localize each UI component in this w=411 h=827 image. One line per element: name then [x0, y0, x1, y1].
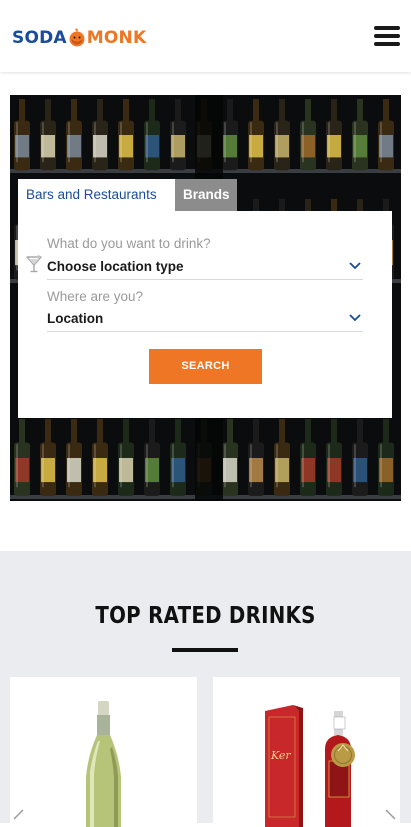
location-type-value: Choose location type [47, 259, 184, 274]
search-tabs: Bars and Restaurants Brands [18, 179, 237, 211]
carousel-prev-icon[interactable] [11, 809, 25, 823]
location-value: Location [47, 311, 104, 326]
section-title: TOP RATED DRINKS [95, 603, 316, 629]
carousel-next-icon[interactable] [384, 809, 398, 823]
search-panel: What do you want to drink? Choose locati… [18, 211, 392, 418]
chevron-down-icon [349, 314, 361, 322]
product-card[interactable]: Ker [213, 677, 400, 827]
svg-text:Ker: Ker [270, 749, 291, 762]
white-wine-bottle [86, 701, 121, 827]
tab-bars-and-restaurants[interactable]: Bars and Restaurants [18, 179, 175, 211]
chevron-down-icon [349, 262, 361, 270]
logo-text-monk: MONK [86, 28, 147, 48]
monk-mascot-icon [69, 28, 85, 47]
top-rated-section: TOP RATED DRINKS Ker [0, 551, 411, 827]
sodamonk-logo[interactable]: SODA MONK [12, 24, 146, 52]
title-underline [172, 648, 238, 652]
location-type-select[interactable]: Choose location type [47, 256, 363, 280]
logo-text-soda: SODA [12, 28, 67, 48]
product-card[interactable] [10, 677, 197, 827]
cocktail-icon [26, 255, 42, 273]
site-header: SODA MONK [0, 0, 411, 72]
drink-field-label: What do you want to drink? [47, 236, 211, 251]
location-select[interactable]: Location [47, 308, 363, 332]
search-button[interactable]: SEARCH [149, 349, 262, 384]
red-box-liquor-bottle: Ker [265, 705, 355, 827]
tab-brands[interactable]: Brands [175, 179, 237, 211]
hamburger-menu-icon[interactable] [374, 26, 400, 46]
location-field-label: Where are you? [47, 289, 144, 304]
